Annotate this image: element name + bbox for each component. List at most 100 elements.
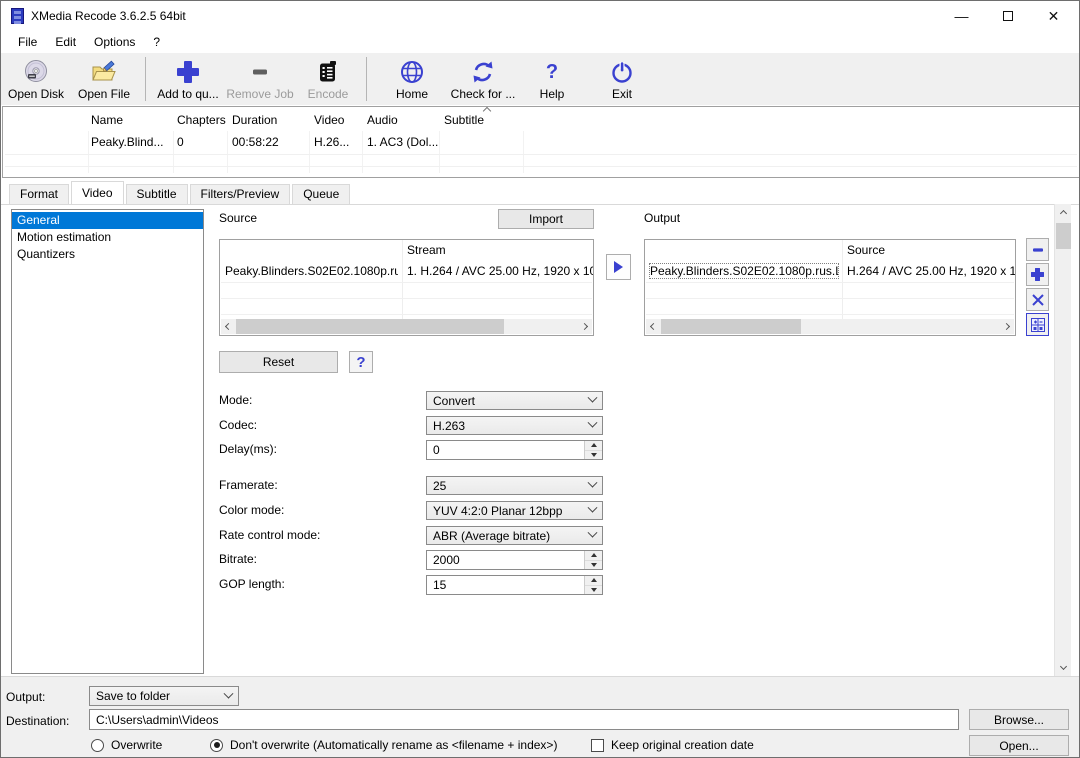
- delete-stream-button[interactable]: [1026, 288, 1049, 311]
- tab-queue[interactable]: Queue: [292, 184, 350, 204]
- keep-date-option[interactable]: Keep original creation date: [591, 738, 754, 752]
- scroll-thumb[interactable]: [236, 319, 504, 334]
- scroll-thumb[interactable]: [1056, 223, 1071, 249]
- folder-icon: [90, 58, 118, 86]
- help-button[interactable]: ? Help: [523, 53, 581, 105]
- x-icon: [1031, 293, 1045, 307]
- add-stream-button[interactable]: [1026, 263, 1049, 286]
- codec-select[interactable]: H.263: [426, 416, 603, 435]
- menu-options[interactable]: Options: [85, 33, 144, 51]
- framerate-select[interactable]: 25: [426, 476, 603, 495]
- delay-input[interactable]: 0: [426, 440, 603, 460]
- check-for-updates-button[interactable]: Check for ...: [443, 53, 523, 105]
- spin-down-icon[interactable]: [585, 586, 602, 595]
- output-hscrollbar[interactable]: [646, 319, 1014, 334]
- tab-video[interactable]: Video: [71, 181, 123, 204]
- minimize-button[interactable]: —: [939, 1, 984, 31]
- toolbar: Open Disk Open File: [1, 53, 1079, 105]
- gop-length-input[interactable]: 15: [426, 575, 603, 595]
- exit-button[interactable]: Exit: [591, 53, 653, 105]
- color-mode-select[interactable]: YUV 4:2:0 Planar 12bpp: [426, 501, 603, 520]
- source-stream-table[interactable]: Stream Peaky.Blinders.S02E02.1080p.ru...…: [219, 239, 594, 336]
- column-duration[interactable]: Duration: [232, 113, 277, 127]
- open-destination-button[interactable]: Open...: [969, 735, 1069, 756]
- transfer-stream-button[interactable]: [606, 254, 631, 280]
- open-file-button[interactable]: Open File: [69, 53, 139, 105]
- encode-icon: [315, 58, 341, 86]
- column-subtitle[interactable]: Subtitle: [444, 113, 484, 127]
- spinner-buttons[interactable]: [584, 576, 602, 594]
- scroll-right-icon[interactable]: [577, 319, 592, 334]
- scroll-up-icon[interactable]: [1055, 204, 1072, 220]
- scroll-left-icon[interactable]: [221, 319, 236, 334]
- delay-label: Delay(ms):: [219, 440, 277, 459]
- scroll-right-icon[interactable]: [999, 319, 1014, 334]
- output-stream-table[interactable]: Source Peaky.Blinders.S02E02.1080p.rus.L…: [644, 239, 1016, 336]
- open-file-label: Open File: [78, 87, 130, 101]
- column-video[interactable]: Video: [314, 113, 344, 127]
- mode-select[interactable]: Convert: [426, 391, 603, 410]
- tab-format[interactable]: Format: [9, 184, 69, 204]
- close-button[interactable]: ✕: [1031, 1, 1076, 31]
- home-button[interactable]: Home: [381, 53, 443, 105]
- rate-control-select[interactable]: ABR (Average bitrate): [426, 526, 603, 545]
- maximize-button[interactable]: [985, 1, 1030, 31]
- tab-subtitle[interactable]: Subtitle: [126, 184, 188, 204]
- bitrate-input[interactable]: 2000: [426, 550, 603, 570]
- keep-date-checkbox[interactable]: [591, 739, 604, 752]
- rate-control-label: Rate control mode:: [219, 526, 320, 545]
- question-icon: ?: [356, 354, 365, 371]
- page-vscrollbar[interactable]: [1054, 204, 1071, 676]
- matrix-button[interactable]: [1026, 313, 1049, 336]
- chevron-down-icon: [588, 418, 598, 428]
- job-list-header: Name Chapters Duration Video Audio Subti…: [3, 113, 1079, 131]
- scroll-left-icon[interactable]: [646, 319, 661, 334]
- browse-button[interactable]: Browse...: [969, 709, 1069, 730]
- encode-button[interactable]: Encode: [296, 53, 360, 105]
- output-dest-label: Output:: [6, 690, 45, 704]
- menu-help[interactable]: ?: [144, 33, 169, 51]
- menu-file[interactable]: File: [9, 33, 46, 51]
- overwrite-option[interactable]: Overwrite: [91, 738, 162, 752]
- form-help-button[interactable]: ?: [349, 351, 373, 373]
- scroll-thumb[interactable]: [661, 319, 801, 334]
- add-to-queue-button[interactable]: Add to qu...: [152, 53, 224, 105]
- stream-column-header[interactable]: Stream: [407, 243, 446, 257]
- tab-filters-preview[interactable]: Filters/Preview: [190, 184, 291, 204]
- category-motion-estimation[interactable]: Motion estimation: [12, 229, 203, 246]
- spin-up-icon[interactable]: [585, 576, 602, 586]
- column-name[interactable]: Name: [91, 113, 123, 127]
- matrix-icon: [1030, 317, 1046, 333]
- spinner-buttons[interactable]: [584, 441, 602, 459]
- open-disk-button[interactable]: Open Disk: [3, 53, 69, 105]
- overwrite-radio[interactable]: [91, 739, 104, 752]
- xmedia-recode-window: XMedia Recode 3.6.2.5 64bit — ✕ File Edi…: [0, 0, 1080, 758]
- dont-overwrite-option[interactable]: Don't overwrite (Automatically rename as…: [210, 738, 557, 752]
- video-category-list[interactable]: General Motion estimation Quantizers: [11, 209, 204, 674]
- column-audio[interactable]: Audio: [367, 113, 398, 127]
- spin-up-icon[interactable]: [585, 551, 602, 561]
- dont-overwrite-radio[interactable]: [210, 739, 223, 752]
- output-settings-panel: Output: Save to folder Destination: C:\U…: [1, 676, 1079, 758]
- job-list[interactable]: Name Chapters Duration Video Audio Subti…: [2, 106, 1080, 178]
- menu-edit[interactable]: Edit: [46, 33, 85, 51]
- spin-down-icon[interactable]: [585, 561, 602, 570]
- reset-button[interactable]: Reset: [219, 351, 338, 373]
- spin-up-icon[interactable]: [585, 441, 602, 451]
- spinner-buttons[interactable]: [584, 551, 602, 569]
- scroll-down-icon[interactable]: [1055, 660, 1072, 676]
- remove-job-button[interactable]: Remove Job: [224, 53, 296, 105]
- category-quantizers[interactable]: Quantizers: [12, 246, 203, 263]
- import-button[interactable]: Import: [498, 209, 594, 229]
- source-hscrollbar[interactable]: [221, 319, 592, 334]
- category-general[interactable]: General: [12, 212, 203, 229]
- output-mode-select[interactable]: Save to folder: [89, 686, 239, 706]
- destination-input[interactable]: C:\Users\admin\Videos: [89, 709, 959, 730]
- dont-overwrite-label: Don't overwrite (Automatically rename as…: [230, 738, 557, 752]
- remove-stream-button[interactable]: [1026, 238, 1049, 261]
- job-row[interactable]: Peaky.Blind... 0 00:58:22 H.26... 1. AC3…: [3, 135, 1079, 153]
- spin-down-icon[interactable]: [585, 451, 602, 460]
- chevron-down-icon: [588, 528, 598, 538]
- column-chapters[interactable]: Chapters: [177, 113, 226, 127]
- output-source-column-header[interactable]: Source: [847, 243, 885, 257]
